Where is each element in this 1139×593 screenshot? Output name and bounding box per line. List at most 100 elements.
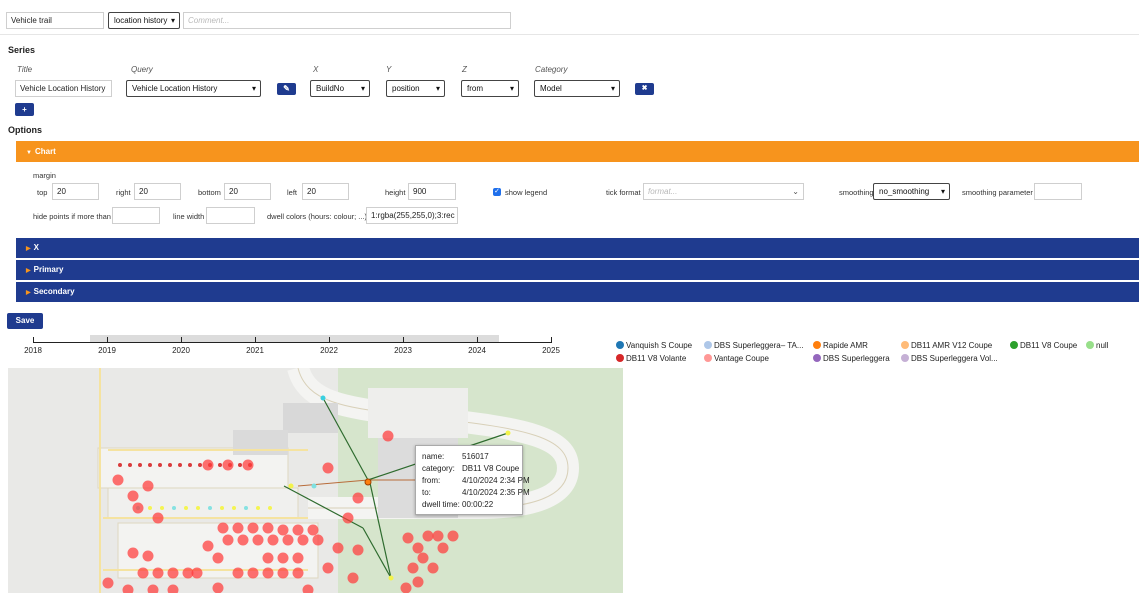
map-point[interactable] [400, 582, 412, 593]
map-point[interactable] [417, 552, 429, 564]
map-point[interactable] [132, 502, 144, 514]
line-width-input[interactable] [206, 207, 255, 224]
map-point[interactable] [102, 577, 114, 589]
margin-top-input[interactable]: 20 [52, 183, 99, 200]
map-point[interactable] [267, 534, 279, 546]
remove-series-button[interactable]: ✖ [635, 83, 654, 95]
map-point[interactable] [505, 430, 511, 436]
map-point[interactable] [256, 506, 260, 510]
map-point[interactable] [322, 462, 334, 474]
map-point[interactable] [128, 463, 132, 467]
legend-item[interactable]: null [1086, 341, 1108, 350]
map-point[interactable] [232, 522, 244, 534]
map-point[interactable] [148, 463, 152, 467]
x-options-bar[interactable]: ▶ X [16, 238, 1139, 258]
map-point[interactable] [402, 532, 414, 544]
map-point[interactable] [212, 552, 224, 564]
map-point[interactable] [288, 483, 294, 489]
secondary-options-bar[interactable]: ▶ Secondary [16, 282, 1139, 302]
map-point[interactable] [242, 459, 254, 471]
map-point[interactable] [137, 567, 149, 579]
map-point[interactable] [202, 459, 214, 471]
map-point[interactable] [292, 552, 304, 564]
map-point[interactable] [312, 534, 324, 546]
chart-title-input[interactable]: Vehicle trail [6, 12, 104, 29]
legend-item[interactable]: Rapide AMR [813, 341, 868, 350]
series-category-select[interactable]: Model ▾ [534, 80, 620, 97]
margin-bottom-input[interactable]: 20 [224, 183, 271, 200]
map-point[interactable] [188, 463, 192, 467]
smoothing-select[interactable]: no_smoothing ▾ [873, 183, 950, 200]
map-point[interactable] [138, 463, 142, 467]
map-point[interactable] [382, 430, 394, 442]
map-point[interactable] [292, 524, 304, 536]
map-point[interactable] [412, 576, 424, 588]
map-point[interactable] [127, 547, 139, 559]
map-point[interactable] [292, 567, 304, 579]
map-point[interactable] [277, 567, 289, 579]
map-point[interactable] [320, 395, 326, 401]
map-point[interactable] [422, 530, 434, 542]
map-point[interactable] [262, 522, 274, 534]
map-point[interactable] [282, 534, 294, 546]
margin-right-input[interactable]: 20 [134, 183, 181, 200]
map-point[interactable] [148, 506, 152, 510]
map-point[interactable] [447, 530, 459, 542]
legend-item[interactable]: Vantage Coupe [704, 354, 769, 363]
map-point[interactable] [262, 567, 274, 579]
map-point[interactable] [168, 463, 172, 467]
map-point[interactable] [237, 534, 249, 546]
map-point[interactable] [208, 506, 212, 510]
map-point[interactable] [347, 572, 359, 584]
smoothing-param-input[interactable] [1034, 183, 1082, 200]
map-point[interactable] [127, 490, 139, 502]
save-button[interactable]: Save [7, 313, 43, 329]
map-point[interactable] [196, 506, 200, 510]
legend-item[interactable]: DBS Superleggera [813, 354, 890, 363]
chart-type-select[interactable]: location history ▾ [108, 12, 180, 29]
map-point[interactable] [427, 562, 439, 574]
map-point[interactable] [352, 492, 364, 504]
comment-input[interactable]: Comment... [183, 12, 511, 29]
hide-points-input[interactable] [112, 207, 160, 224]
map-point[interactable] [388, 575, 394, 581]
map-point[interactable] [152, 512, 164, 524]
chart-options-bar[interactable]: ▼ Chart [16, 141, 1139, 162]
map-point[interactable] [407, 562, 419, 574]
legend-item[interactable]: Vanquish S Coupe [616, 341, 692, 350]
map-point[interactable] [218, 463, 222, 467]
map-point[interactable] [252, 534, 264, 546]
show-legend-checkbox[interactable]: ✓ [493, 188, 501, 196]
legend-item[interactable]: DB11 AMR V12 Coupe [901, 341, 992, 350]
map-point[interactable] [142, 550, 154, 562]
map-point[interactable] [222, 534, 234, 546]
map-point[interactable] [202, 540, 214, 552]
map-point[interactable] [160, 506, 164, 510]
map-point[interactable] [178, 463, 182, 467]
timeline-brush[interactable] [90, 335, 499, 342]
map-point[interactable] [247, 522, 259, 534]
map-point[interactable] [277, 552, 289, 564]
series-z-select[interactable]: from ▾ [461, 80, 519, 97]
edit-query-button[interactable]: ✎ [277, 83, 296, 95]
map-point[interactable] [118, 463, 122, 467]
map-point[interactable] [412, 542, 424, 554]
map-point[interactable] [172, 506, 176, 510]
primary-options-bar[interactable]: ▶ Primary [16, 260, 1139, 280]
map-point[interactable] [112, 474, 124, 486]
map-point[interactable] [191, 567, 203, 579]
margin-left-input[interactable]: 20 [302, 183, 349, 200]
map-point[interactable] [198, 463, 202, 467]
map-point[interactable] [232, 506, 236, 510]
map-point[interactable] [268, 506, 272, 510]
map-point[interactable] [184, 506, 188, 510]
series-y-select[interactable]: position ▾ [386, 80, 445, 97]
map-point[interactable] [217, 522, 229, 534]
map-point[interactable] [311, 483, 317, 489]
map-point[interactable] [277, 524, 289, 536]
map-point[interactable] [158, 463, 162, 467]
legend-item[interactable]: DB11 V8 Volante [616, 354, 686, 363]
series-title-input[interactable]: Vehicle Location History [15, 80, 112, 97]
map-point[interactable] [307, 524, 319, 536]
map-point[interactable] [142, 480, 154, 492]
